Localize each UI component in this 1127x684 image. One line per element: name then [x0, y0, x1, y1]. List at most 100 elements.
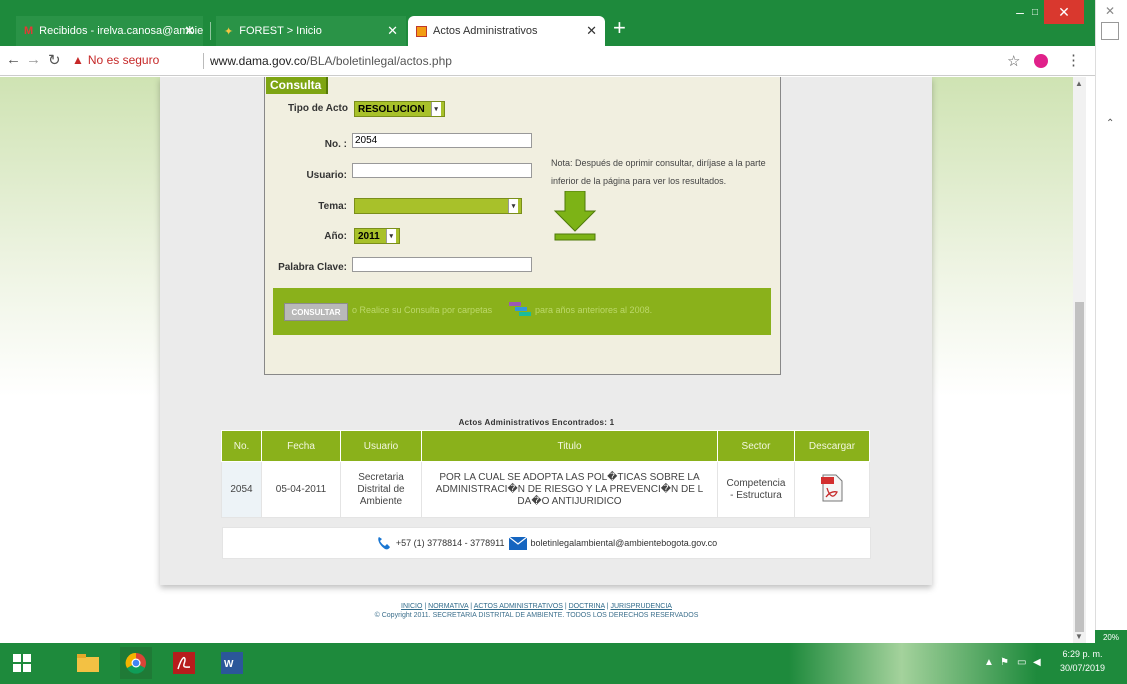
- tema-select[interactable]: ▾: [354, 198, 522, 214]
- wifi-icon[interactable]: ▭: [1017, 657, 1026, 668]
- consultar-button[interactable]: CONSULTAR: [284, 303, 348, 321]
- no-input[interactable]: 2054: [352, 133, 532, 148]
- consult-years-text: para años anteriores al 2008.: [535, 305, 653, 315]
- new-tab-button[interactable]: +: [613, 16, 626, 40]
- taskbar-clock[interactable]: 6:29 p. m. 30/07/2019: [1060, 647, 1105, 675]
- network-icon[interactable]: ⚑: [1000, 657, 1009, 668]
- url-input[interactable]: www.dama.gov.co/BLA/boletinlegal/actos.p…: [210, 54, 452, 68]
- tipo-label: Tipo de Acto: [288, 103, 348, 114]
- clock-time: 6:29 p. m.: [1062, 649, 1103, 659]
- footer-link-doctrina[interactable]: DOCTRINA: [569, 603, 605, 610]
- profile-avatar[interactable]: [1034, 54, 1048, 68]
- down-arrow-icon: [553, 191, 597, 241]
- address-bar: ← → ↻ ▲ No es seguro www.dama.gov.co/BLA…: [0, 46, 1095, 76]
- acrobat-icon[interactable]: [168, 647, 200, 679]
- tab-forest[interactable]: ✦ FOREST > Inicio ✕: [216, 16, 406, 46]
- page-icon: [416, 25, 427, 37]
- nota-text: Nota: Después de oprimir consultar, dirí…: [551, 158, 766, 186]
- cell-fecha: 05-04-2011: [261, 461, 341, 518]
- contact-phone: +57 (1) 3778814 - 3778911: [395, 538, 505, 548]
- col-fecha: Fecha: [261, 430, 341, 462]
- back-icon[interactable]: ←: [6, 51, 21, 68]
- reload-icon[interactable]: ↻: [48, 51, 61, 69]
- results-table: No. Fecha Usuario Titulo Sector Descarga…: [221, 430, 870, 518]
- contact-email[interactable]: boletinlegalambiental@ambientebogota.gov…: [531, 538, 718, 548]
- consult-folders-link[interactable]: o Realice su Consulta por carpetas: [352, 305, 492, 315]
- footer-copyright: © Copyright 2011. SECRETARIA DISTRITAL D…: [374, 612, 699, 619]
- close-icon[interactable]: ✕: [1105, 4, 1115, 18]
- zoom-badge: 20%: [1095, 630, 1127, 644]
- results-header-row: No. Fecha Usuario Titulo Sector Descarga…: [221, 430, 870, 462]
- svg-text:W: W: [224, 659, 234, 670]
- browser-window: M Recibidos - irelva.canosa@ambie ✕ ✦ FO…: [0, 0, 1095, 643]
- minimize-icon[interactable]: –: [1014, 0, 1026, 24]
- tab-strip: M Recibidos - irelva.canosa@ambie ✕ ✦ FO…: [0, 0, 1095, 46]
- contact-bar: +57 (1) 3778814 - 3778911 boletinlegalam…: [222, 527, 871, 559]
- palabra-input[interactable]: [352, 257, 532, 272]
- bookmark-star-icon[interactable]: ☆: [1007, 52, 1020, 70]
- scroll-down-icon[interactable]: ▼: [1075, 632, 1083, 641]
- close-icon[interactable]: ✕: [387, 23, 398, 39]
- chevron-down-icon: ▾: [430, 102, 441, 116]
- table-row: 2054 05-04-2011 Secretaria Distrital de …: [221, 461, 870, 518]
- anio-select[interactable]: 2011 ▾: [354, 228, 400, 244]
- page-scrollbar[interactable]: ▲ ▼: [1073, 77, 1086, 643]
- side-panel: ✕ ⌃: [1095, 0, 1127, 643]
- chrome-icon[interactable]: [120, 647, 152, 679]
- cell-no: 2054: [221, 461, 262, 518]
- tab-gmail[interactable]: M Recibidos - irelva.canosa@ambie ✕: [16, 16, 203, 46]
- scroll-up-icon[interactable]: ▲: [1075, 79, 1083, 88]
- pdf-download-icon[interactable]: [821, 474, 843, 502]
- windows-start-icon[interactable]: [6, 647, 38, 679]
- anio-label: Año:: [324, 231, 347, 242]
- forward-icon[interactable]: →: [26, 51, 41, 68]
- usuario-label: Usuario:: [306, 170, 347, 181]
- close-window-icon[interactable]: ✕: [1044, 0, 1084, 24]
- security-indicator[interactable]: ▲ No es seguro: [72, 53, 159, 67]
- gmail-icon: M: [24, 25, 34, 37]
- footer-nav: INICIO | NORMATIVA | ACTOS ADMINISTRATIV…: [401, 603, 672, 610]
- menu-icon[interactable]: ⋮: [1066, 51, 1081, 69]
- maximize-icon[interactable]: □: [1029, 0, 1041, 24]
- page-viewport: Consulta Tipo de Acto RESOLUCION ▾ No. :…: [0, 77, 1073, 643]
- cell-titulo: POR LA CUAL SE ADOPTA LAS POL�TICAS SOBR…: [421, 461, 718, 518]
- consulta-title: Consulta: [266, 77, 329, 94]
- clock-date: 30/07/2019: [1060, 663, 1106, 673]
- word-icon[interactable]: W: [216, 647, 248, 679]
- tab-label: Recibidos - irelva.canosa@ambie: [39, 25, 203, 37]
- email-icon: [508, 536, 527, 550]
- anio-value: 2011: [358, 230, 380, 242]
- chevron-up-icon[interactable]: ⌃: [1106, 118, 1114, 129]
- cell-descargar: [794, 461, 870, 518]
- col-usuario: Usuario: [340, 430, 422, 462]
- results-heading: Actos Administrativos Encontrados: 1: [458, 418, 615, 427]
- col-sector: Sector: [717, 430, 795, 462]
- footer-link-actos[interactable]: ACTOS ADMINISTRATIVOS: [474, 603, 563, 610]
- palabra-label: Palabra Clave:: [278, 262, 347, 273]
- url-divider: [203, 53, 204, 69]
- volume-icon[interactable]: ◀: [1033, 657, 1041, 668]
- cell-usuario: Secretaria Distrital de Ambiente: [340, 461, 422, 518]
- phone-icon: [378, 537, 390, 550]
- tab-label: Actos Administrativos: [433, 25, 538, 37]
- url-path: /BLA/boletinlegal/actos.php: [306, 54, 452, 68]
- warning-icon: ▲: [72, 53, 84, 67]
- footer-link-normativa[interactable]: NORMATIVA: [428, 603, 468, 610]
- col-no: No.: [221, 430, 262, 462]
- cell-sector: Competencia - Estructura: [717, 461, 795, 518]
- tab-actos[interactable]: Actos Administrativos ✕: [408, 16, 605, 46]
- usuario-input[interactable]: [352, 163, 532, 178]
- forest-icon: ✦: [224, 25, 234, 38]
- footer-link-jurisprudencia[interactable]: JURISPRUDENCIA: [611, 603, 672, 610]
- user-icon[interactable]: [1101, 22, 1119, 40]
- close-icon[interactable]: ✕: [586, 23, 597, 39]
- chevron-down-icon: ▾: [508, 199, 518, 213]
- tipo-select[interactable]: RESOLUCION ▾: [354, 101, 445, 117]
- tray-chevron-icon[interactable]: ▲: [984, 657, 994, 668]
- close-icon[interactable]: ✕: [184, 23, 195, 39]
- footer-link-inicio[interactable]: INICIO: [401, 603, 422, 610]
- scroll-thumb[interactable]: [1075, 302, 1084, 632]
- security-text: No es seguro: [87, 53, 160, 67]
- file-explorer-icon[interactable]: [72, 647, 104, 679]
- folders-icon[interactable]: [507, 299, 533, 319]
